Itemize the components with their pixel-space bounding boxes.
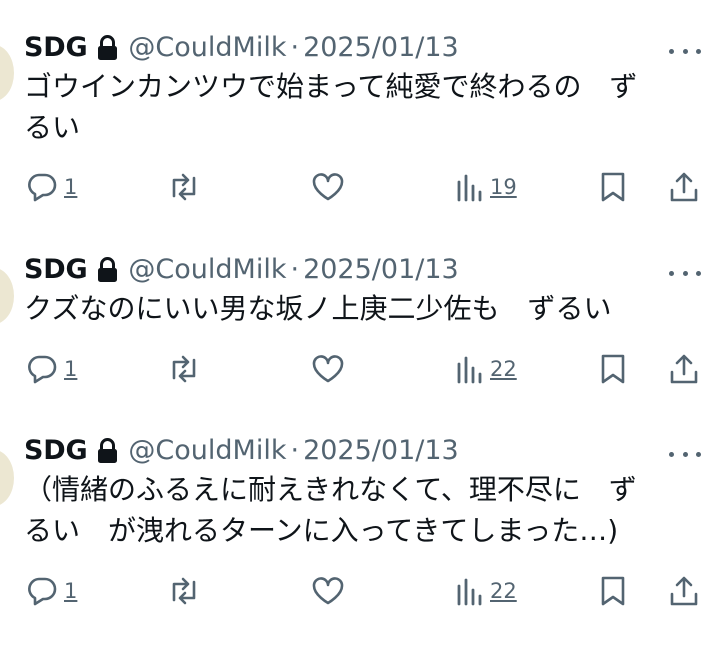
avatar[interactable]	[0, 450, 14, 506]
display-name[interactable]: SDG	[24, 255, 88, 285]
tweet-text: ゴウインカンツウで始まって純愛で終わるの ず るい	[24, 66, 696, 148]
like-icon	[312, 577, 344, 605]
separator-dot: ·	[290, 435, 300, 466]
like-icon	[312, 173, 344, 201]
share-button[interactable]	[669, 170, 699, 204]
views-icon	[457, 356, 482, 384]
reply-icon	[28, 577, 57, 606]
views-count[interactable]: 22	[490, 574, 517, 608]
tweet-text-line: （情緒のふるえに耐えきれなくて、理不尽に ず	[24, 473, 637, 506]
bookmark-icon	[601, 576, 625, 606]
share-icon	[670, 576, 698, 606]
reply-button[interactable]: 1	[26, 574, 77, 608]
reply-button[interactable]: 1	[26, 352, 77, 386]
tweet-text: （情緒のふるえに耐えきれなくて、理不尽に ず るい が洩れるターンに入ってきてし…	[24, 469, 696, 551]
post-date[interactable]: 2025/01/13	[303, 33, 459, 63]
user-handle[interactable]: @CouldMilk	[128, 33, 286, 63]
views-button[interactable]: 22	[456, 574, 517, 608]
tweet-text-line: るい が洩れるターンに入ってきてしまった…)	[24, 514, 619, 547]
tweet-text-line: クズなのにいい男な坂ノ上庚二少佐も ずるい	[24, 292, 612, 325]
repost-icon	[172, 355, 196, 383]
reply-count[interactable]: 1	[64, 574, 77, 608]
user-handle[interactable]: @CouldMilk	[128, 436, 286, 466]
views-icon	[457, 174, 482, 202]
share-icon	[670, 172, 698, 202]
reply-icon	[28, 355, 57, 384]
like-button[interactable]	[311, 352, 345, 386]
repost-button[interactable]	[167, 352, 201, 386]
repost-icon	[172, 173, 196, 201]
more-icon[interactable]	[669, 449, 701, 459]
post-date[interactable]: 2025/01/13	[303, 255, 459, 285]
tweet-text-line: るい	[24, 111, 81, 144]
lock-icon	[97, 438, 118, 464]
avatar[interactable]	[0, 268, 14, 324]
lock-icon	[97, 35, 118, 61]
like-button[interactable]	[311, 574, 345, 608]
display-name[interactable]: SDG	[24, 436, 88, 466]
share-button[interactable]	[669, 352, 699, 386]
like-button[interactable]	[311, 170, 345, 204]
separator-dot: ·	[290, 254, 300, 285]
share-button[interactable]	[669, 574, 699, 608]
views-count[interactable]: 22	[490, 352, 517, 386]
views-button[interactable]: 22	[456, 352, 517, 386]
tweet-header: SDG @CouldMilk · 2025/01/13	[24, 436, 459, 466]
post-date[interactable]: 2025/01/13	[303, 436, 459, 466]
reply-count[interactable]: 1	[64, 170, 77, 204]
tweet-header: SDG @CouldMilk · 2025/01/13	[24, 255, 459, 285]
tweet-header: SDG @CouldMilk · 2025/01/13	[24, 33, 459, 63]
bookmark-button[interactable]	[600, 574, 626, 608]
more-icon[interactable]	[669, 268, 701, 278]
reply-button[interactable]: 1	[26, 170, 77, 204]
user-handle[interactable]: @CouldMilk	[128, 255, 286, 285]
repost-button[interactable]	[167, 170, 201, 204]
tweet-actions: 1 22	[0, 574, 723, 608]
bookmark-button[interactable]	[600, 170, 626, 204]
share-icon	[670, 354, 698, 384]
tweet-actions: 1 22	[0, 352, 723, 386]
views-count[interactable]: 19	[490, 170, 517, 204]
tweet-text-line: ゴウインカンツウで始まって純愛で終わるの ず	[24, 70, 638, 103]
more-icon[interactable]	[669, 46, 701, 56]
views-icon	[457, 578, 482, 606]
bookmark-icon	[601, 354, 625, 384]
tweet-text: クズなのにいい男な坂ノ上庚二少佐も ずるい	[24, 288, 696, 329]
bookmark-button[interactable]	[600, 352, 626, 386]
reply-icon	[28, 173, 57, 202]
views-button[interactable]: 19	[456, 170, 517, 204]
repost-button[interactable]	[167, 574, 201, 608]
repost-icon	[172, 577, 196, 605]
separator-dot: ·	[290, 32, 300, 63]
lock-icon	[97, 257, 118, 283]
avatar[interactable]	[0, 45, 14, 101]
display-name[interactable]: SDG	[24, 33, 88, 63]
reply-count[interactable]: 1	[64, 352, 77, 386]
like-icon	[312, 355, 344, 383]
tweet-actions: 1 19	[0, 170, 723, 204]
bookmark-icon	[601, 172, 625, 202]
